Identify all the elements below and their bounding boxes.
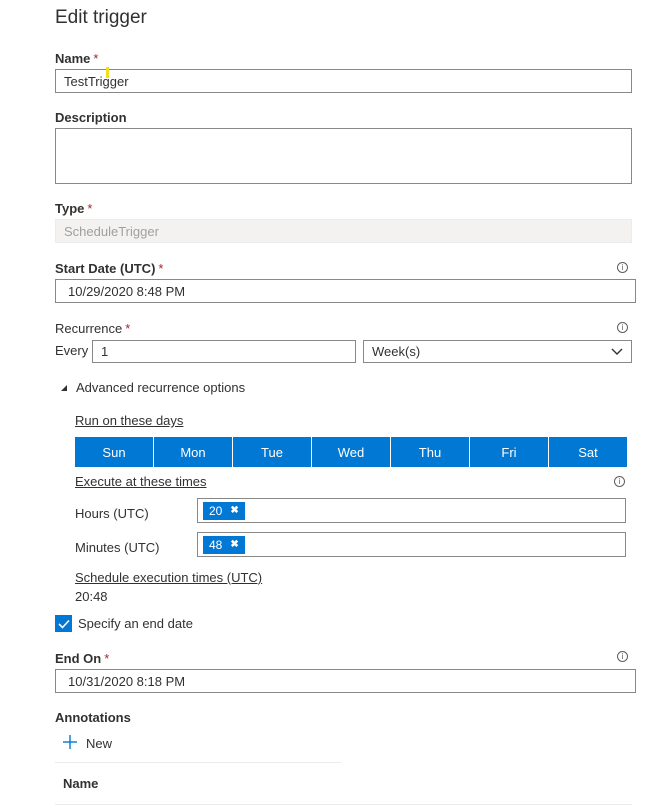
add-annotation-button[interactable]: New bbox=[62, 734, 112, 753]
annotations-label: Annotations bbox=[55, 710, 131, 725]
recurrence-label: Recurrence * bbox=[55, 321, 130, 336]
end-date-checkbox[interactable] bbox=[55, 615, 72, 632]
every-label: Every bbox=[55, 343, 89, 358]
end-on-label: End On * bbox=[55, 651, 109, 666]
required-marker: * bbox=[87, 201, 93, 216]
minutes-chip: 48 ✖ bbox=[203, 535, 245, 554]
end-on-input[interactable]: 10/31/2020 8:18 PM bbox=[55, 669, 636, 693]
type-label-text: Type bbox=[55, 201, 85, 216]
remove-icon[interactable]: ✖ bbox=[230, 505, 238, 516]
run-days-label[interactable]: Run on these days bbox=[75, 413, 183, 428]
info-icon[interactable]: i bbox=[614, 476, 625, 487]
day-button-mon[interactable]: Mon bbox=[154, 437, 233, 467]
description-label: Description bbox=[55, 110, 127, 125]
minutes-label: Minutes (UTC) bbox=[75, 540, 160, 555]
hours-picker[interactable]: 20 ✖ bbox=[197, 498, 626, 523]
start-date-label-text: Start Date (UTC) bbox=[55, 261, 156, 276]
info-icon[interactable]: i bbox=[617, 262, 628, 273]
required-marker: * bbox=[93, 51, 99, 66]
day-button-fri[interactable]: Fri bbox=[470, 437, 549, 467]
start-date-label: Start Date (UTC) * bbox=[55, 261, 163, 276]
required-marker: * bbox=[125, 321, 131, 336]
name-input[interactable]: TestTrigger bbox=[55, 69, 632, 93]
advanced-options-label: Advanced recurrence options bbox=[76, 380, 246, 395]
recurrence-label-text: Recurrence bbox=[55, 321, 123, 336]
hours-chip: 20 ✖ bbox=[203, 501, 245, 520]
minutes-picker[interactable]: 48 ✖ bbox=[197, 532, 626, 557]
annotations-column-name: Name bbox=[63, 776, 99, 791]
hours-label: Hours (UTC) bbox=[75, 506, 149, 521]
end-on-label-text: End On bbox=[55, 651, 102, 666]
annotations-divider bbox=[55, 762, 341, 763]
schedule-times-value: 20:48 bbox=[75, 589, 108, 604]
end-date-checkbox-label: Specify an end date bbox=[78, 616, 193, 631]
name-input-value: TestTrigger bbox=[64, 73, 129, 89]
page-title: Edit trigger bbox=[55, 7, 147, 28]
recurrence-unit-value: Week(s) bbox=[372, 344, 421, 359]
type-input-value: ScheduleTrigger bbox=[64, 223, 159, 239]
end-date-checkbox-row[interactable]: Specify an end date bbox=[55, 615, 193, 632]
text-cursor-marker bbox=[106, 67, 109, 78]
recurrence-interval-input[interactable]: 1 bbox=[92, 340, 356, 363]
type-label: Type * bbox=[55, 201, 92, 216]
day-button-sun[interactable]: Sun bbox=[75, 437, 154, 467]
hours-chip-value: 20 bbox=[209, 503, 223, 518]
description-textarea[interactable] bbox=[55, 128, 632, 184]
checkmark-icon bbox=[57, 619, 70, 629]
plus-icon bbox=[62, 734, 78, 753]
annotations-table-divider bbox=[55, 804, 632, 805]
start-date-input[interactable]: 10/29/2020 8:48 PM bbox=[55, 279, 636, 303]
chevron-down-icon bbox=[611, 344, 623, 359]
info-icon[interactable]: i bbox=[617, 322, 628, 333]
schedule-times-label[interactable]: Schedule execution times (UTC) bbox=[75, 570, 262, 585]
required-marker: * bbox=[158, 261, 164, 276]
required-marker: * bbox=[104, 651, 110, 666]
add-annotation-label: New bbox=[86, 736, 113, 751]
recurrence-unit-select[interactable]: Week(s) bbox=[363, 340, 632, 363]
caret-expanded-icon bbox=[60, 380, 68, 395]
execute-times-label[interactable]: Execute at these times bbox=[75, 474, 207, 489]
day-button-sat[interactable]: Sat bbox=[549, 437, 627, 467]
name-label: Name * bbox=[55, 51, 98, 66]
end-on-value: 10/31/2020 8:18 PM bbox=[68, 673, 186, 689]
name-label-text: Name bbox=[55, 51, 91, 66]
minutes-chip-value: 48 bbox=[209, 537, 223, 552]
day-button-tue[interactable]: Tue bbox=[233, 437, 312, 467]
day-button-wed[interactable]: Wed bbox=[312, 437, 391, 467]
recurrence-interval-value: 1 bbox=[101, 344, 109, 359]
type-input: ScheduleTrigger bbox=[55, 219, 632, 243]
start-date-value: 10/29/2020 8:48 PM bbox=[68, 283, 186, 299]
info-icon[interactable]: i bbox=[617, 651, 628, 662]
remove-icon[interactable]: ✖ bbox=[230, 539, 238, 550]
day-button-thu[interactable]: Thu bbox=[391, 437, 470, 467]
advanced-options-toggle[interactable]: Advanced recurrence options bbox=[60, 380, 245, 395]
day-selector: Sun Mon Tue Wed Thu Fri Sat bbox=[75, 437, 627, 467]
